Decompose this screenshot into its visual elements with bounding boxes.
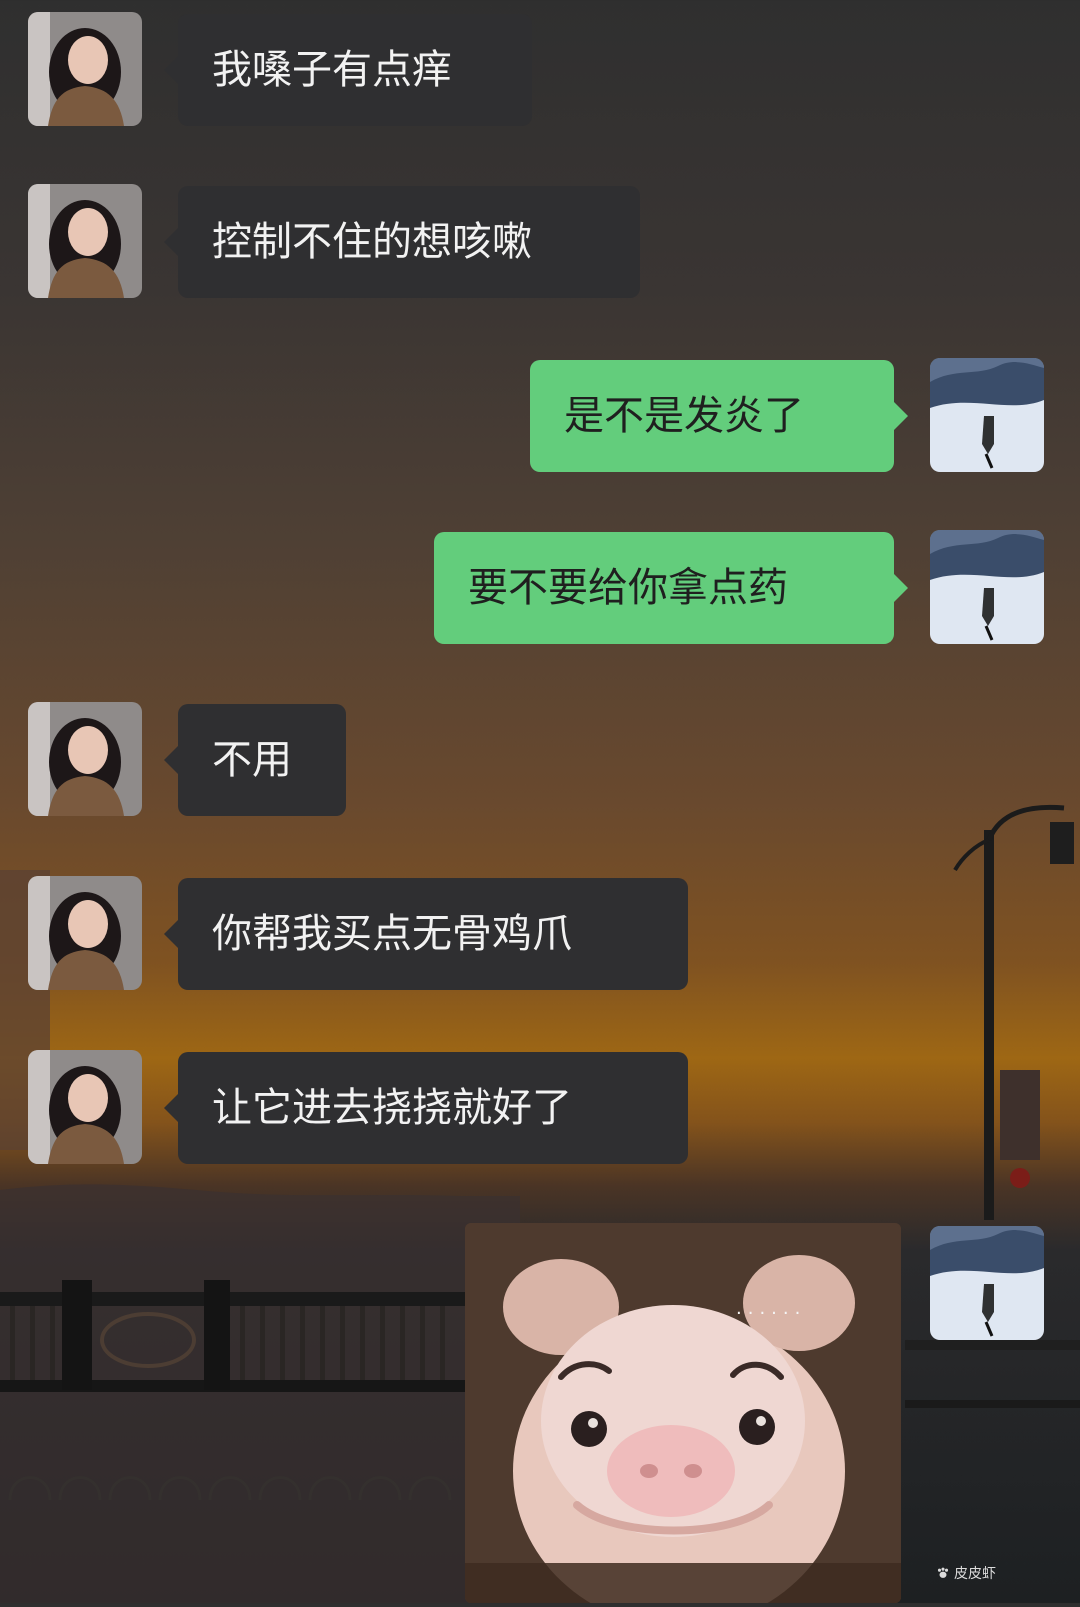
contact-avatar[interactable] xyxy=(28,1050,142,1164)
message-bubble-incoming: 控制不住的想咳嗽 xyxy=(164,186,640,298)
contact-avatar[interactable] xyxy=(28,12,142,126)
message-bubble-incoming: 你帮我买点无骨鸡爪 xyxy=(164,878,688,990)
pig-sticker-image[interactable] xyxy=(465,1223,901,1603)
user-avatar[interactable] xyxy=(930,358,1044,472)
message-bubble-incoming: 不用 xyxy=(164,704,346,816)
message-bubble-incoming: 我嗓子有点痒 xyxy=(164,14,532,126)
message-bubble-outgoing: 是不是发炎了 xyxy=(530,360,908,472)
contact-avatar[interactable] xyxy=(28,876,142,990)
user-avatar[interactable] xyxy=(930,1226,1044,1340)
paw-icon xyxy=(937,1567,949,1578)
user-avatar[interactable] xyxy=(930,530,1044,644)
message-bubble-incoming: 让它进去挠挠就好了 xyxy=(164,1052,688,1164)
watermark: 皮皮虾 xyxy=(936,1563,996,1583)
contact-avatar[interactable] xyxy=(28,184,142,298)
contact-avatar[interactable] xyxy=(28,702,142,816)
watermark-text: 皮皮虾 xyxy=(954,1566,996,1582)
message-bubble-outgoing: 要不要给你拿点药 xyxy=(434,532,908,644)
typing-dots: ...... xyxy=(736,1298,807,1319)
